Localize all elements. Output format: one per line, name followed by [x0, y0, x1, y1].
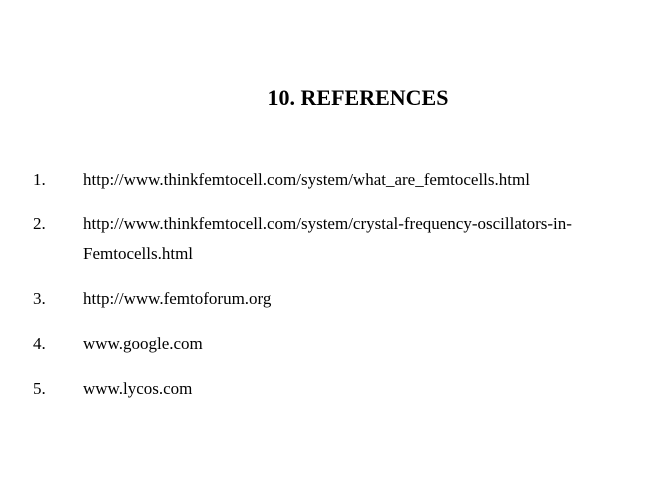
- reference-link[interactable]: http://www.femtoforum.org: [83, 284, 643, 314]
- reference-number: 4.: [33, 334, 46, 353]
- reference-number: 5.: [33, 379, 46, 398]
- reference-link[interactable]: http://www.thinkfemtocell.com/system/cry…: [83, 209, 643, 239]
- reference-link[interactable]: www.lycos.com: [83, 374, 643, 404]
- reference-number: 1.: [33, 170, 46, 189]
- reference-number: 3.: [33, 289, 46, 308]
- reference-link-continuation[interactable]: Femtocells.html: [83, 239, 643, 269]
- reference-number: 2.: [33, 214, 46, 233]
- reference-link[interactable]: www.google.com: [83, 329, 643, 359]
- reference-text: www.google.com: [83, 329, 643, 359]
- reference-text: http://www.femtoforum.org: [83, 284, 643, 314]
- reference-text: www.lycos.com: [83, 374, 643, 404]
- reference-link[interactable]: http://www.thinkfemtocell.com/system/wha…: [83, 165, 643, 195]
- reference-text: http://www.thinkfemtocell.com/system/wha…: [83, 165, 643, 195]
- reference-text: http://www.thinkfemtocell.com/system/cry…: [83, 209, 643, 269]
- reference-list: 1. http://www.thinkfemtocell.com/system/…: [0, 0, 656, 490]
